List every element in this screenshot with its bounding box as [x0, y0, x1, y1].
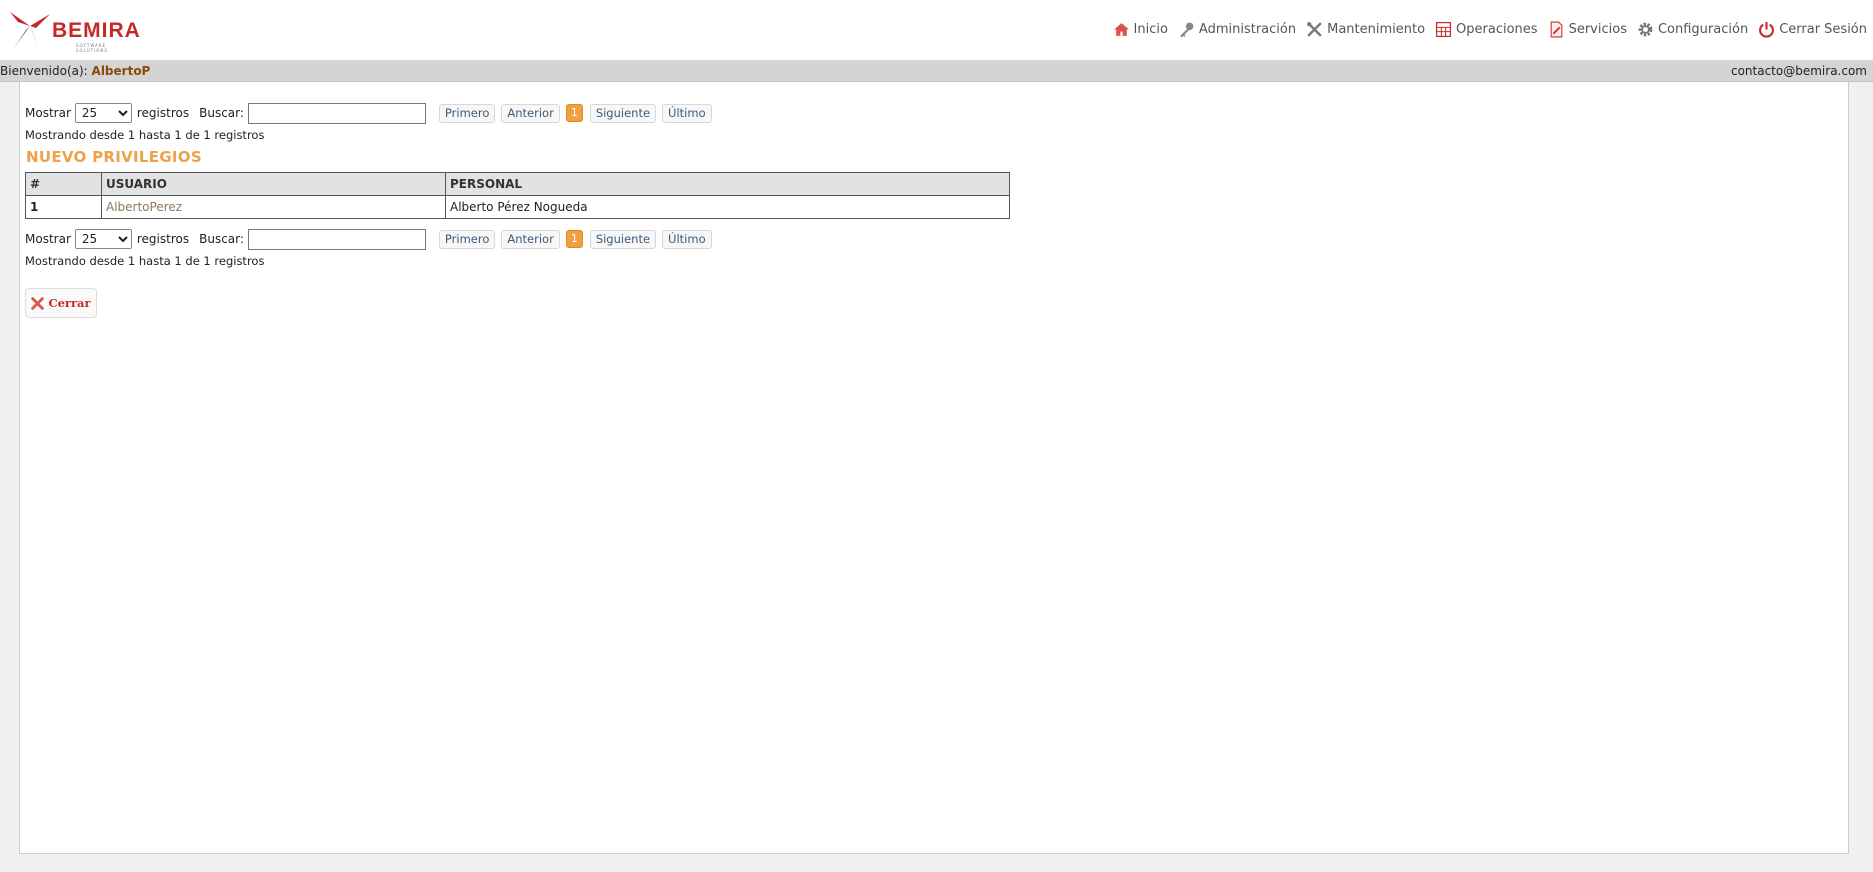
bemira-logo-mark-icon	[10, 12, 50, 48]
records-label: registros	[136, 232, 190, 246]
first-page-button[interactable]: Primero	[438, 103, 496, 123]
table-row[interactable]: 1 AlbertoPerez Alberto Pérez Nogueda	[25, 195, 1010, 219]
nav-mantenimiento-label: Mantenimiento	[1327, 21, 1426, 37]
content-panel: Mostrar 25 registros Buscar: Primero Ant…	[19, 82, 1849, 854]
nav-configuracion[interactable]: Configuración	[1637, 21, 1748, 38]
table-header-row: # USUARIO PERSONAL	[25, 172, 1010, 196]
prev-page-button[interactable]: Anterior	[501, 229, 560, 249]
search-label: Buscar:	[199, 232, 244, 246]
cell-number: 1	[25, 195, 102, 219]
nav-configuracion-label: Configuración	[1657, 21, 1749, 37]
key-icon	[1180, 22, 1194, 37]
main-nav: Inicio Administración Mantenimiento Oper…	[1103, 18, 1867, 40]
nav-operaciones-label: Operaciones	[1456, 21, 1538, 37]
close-icon	[31, 296, 45, 310]
show-label: Mostrar	[25, 106, 71, 120]
brand-name: BEMIRA	[52, 19, 141, 42]
nav-cerrar-sesion[interactable]: Cerrar Sesión	[1758, 21, 1867, 38]
search-input[interactable]	[247, 228, 426, 250]
privileges-table: # USUARIO PERSONAL 1 AlbertoPerez Albert…	[25, 172, 1010, 219]
document-edit-icon	[1550, 21, 1562, 37]
nav-inicio-label: Inicio	[1133, 21, 1168, 37]
nav-servicios-label: Servicios	[1568, 21, 1627, 37]
nav-inicio[interactable]: Inicio	[1113, 21, 1168, 38]
tools-icon	[1307, 21, 1322, 37]
column-header-number[interactable]: #	[25, 172, 102, 196]
current-page-button[interactable]: 1	[565, 230, 583, 248]
column-header-personal[interactable]: PERSONAL	[445, 172, 1010, 196]
contact-email: contacto@bemira.com	[1730, 64, 1867, 78]
last-page-button[interactable]: Último	[662, 229, 712, 249]
records-info-bottom: Mostrando desde 1 hasta 1 de 1 registros	[25, 254, 265, 268]
cell-personal: Alberto Pérez Nogueda	[445, 195, 1010, 219]
nav-administracion[interactable]: Administración	[1178, 21, 1296, 38]
search-input[interactable]	[247, 102, 426, 124]
nav-administracion-label: Administración	[1198, 21, 1297, 37]
records-info-top: Mostrando desde 1 hasta 1 de 1 registros	[25, 128, 265, 142]
welcome-text: Bienvenido(a): AlbertoP	[0, 60, 150, 82]
app-header: BEMIRA SOFTWARE SOLUTIONS Inicio Adminis…	[0, 0, 1873, 60]
column-header-usuario[interactable]: USUARIO	[101, 172, 446, 196]
last-page-button[interactable]: Último	[662, 103, 712, 123]
prev-page-button[interactable]: Anterior	[501, 103, 560, 123]
power-icon	[1759, 21, 1775, 38]
next-page-button[interactable]: Siguiente	[589, 229, 657, 249]
next-page-button[interactable]: Siguiente	[589, 103, 657, 123]
close-button[interactable]: Cerrar	[25, 288, 97, 318]
cell-usuario: AlbertoPerez	[101, 195, 446, 219]
usuario-link[interactable]: AlbertoPerez	[106, 200, 182, 214]
home-icon	[1113, 22, 1129, 36]
list-toolbar-bottom: Mostrar 25 registros Buscar: Primero Ant…	[25, 228, 718, 250]
current-page-button[interactable]: 1	[565, 104, 583, 122]
first-page-button[interactable]: Primero	[438, 229, 496, 249]
nav-cerrar-sesion-label: Cerrar Sesión	[1779, 21, 1867, 37]
welcome-bar: Bienvenido(a): AlbertoP contacto@bemira.…	[0, 60, 1873, 82]
close-button-label: Cerrar	[48, 296, 91, 310]
nav-operaciones[interactable]: Operaciones	[1435, 21, 1538, 38]
page-size-select[interactable]: 25	[74, 229, 132, 249]
search-label: Buscar:	[199, 106, 244, 120]
list-toolbar-top: Mostrar 25 registros Buscar: Primero Ant…	[25, 102, 718, 124]
gear-icon	[1638, 22, 1653, 36]
records-label: registros	[136, 106, 190, 120]
nav-mantenimiento[interactable]: Mantenimiento	[1306, 21, 1425, 38]
nav-servicios[interactable]: Servicios	[1548, 21, 1627, 38]
bemira-logo[interactable]: BEMIRA SOFTWARE SOLUTIONS	[8, 10, 141, 53]
welcome-user: AlbertoP	[91, 64, 151, 78]
brand-tagline: SOFTWARE SOLUTIONS	[76, 43, 108, 53]
grid-icon	[1436, 21, 1452, 37]
welcome-prefix: Bienvenido(a):	[0, 64, 88, 78]
section-title: NUEVO PRIVILEGIOS	[26, 148, 202, 166]
page-size-select[interactable]: 25	[74, 103, 132, 123]
show-label: Mostrar	[25, 232, 71, 246]
